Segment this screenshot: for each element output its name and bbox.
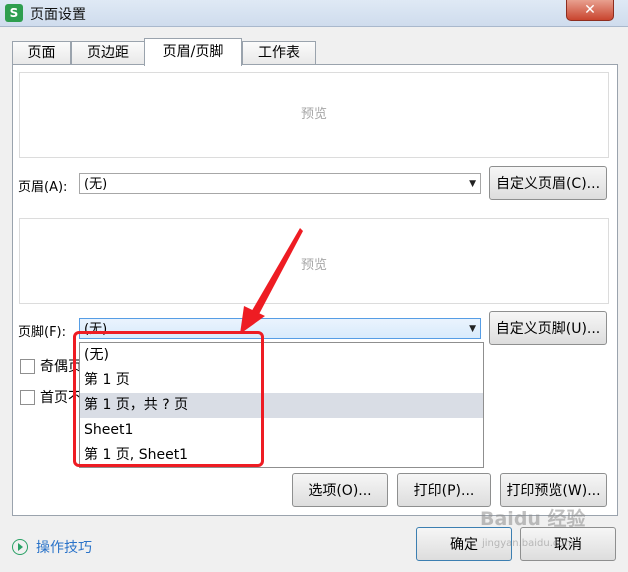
tab-header-footer[interactable]: 页眉/页脚 [144, 38, 242, 66]
print-preview-button[interactable]: 打印预览(W)... [500, 473, 607, 507]
close-button[interactable]: ✕ [566, 0, 614, 21]
footer-select[interactable]: (无) ▼ [79, 318, 481, 339]
play-circle-icon [12, 539, 28, 555]
watermark-logo: Baidu 经验 [480, 508, 586, 530]
footer-preview: 预览 [19, 218, 609, 304]
header-select[interactable]: (无) ▼ [79, 173, 481, 194]
print-button[interactable]: 打印(P)... [397, 473, 491, 507]
tab-page[interactable]: 页面 [12, 41, 71, 65]
odd-even-label: 奇偶页 [40, 359, 82, 375]
dropdown-option-page-sheet[interactable]: 第 1 页, Sheet1 [80, 443, 483, 468]
footer-label: 页脚(F): [18, 325, 67, 340]
options-button[interactable]: 选项(O)... [292, 473, 388, 507]
header-select-value: (无) [84, 177, 108, 192]
watermark-url: jingyan.baidu.com [482, 538, 575, 549]
dropdown-option-page-of-total[interactable]: 第 1 页，共 ? 页 [80, 393, 483, 418]
header-preview: 预览 [19, 72, 609, 158]
tips-link[interactable]: 操作技巧 [12, 537, 92, 557]
tab-sheet[interactable]: 工作表 [242, 41, 316, 65]
header-label: 页眉(A): [18, 180, 68, 195]
dropdown-option-none[interactable]: (无) [80, 343, 483, 368]
dropdown-option-page[interactable]: 第 1 页 [80, 368, 483, 393]
custom-header-button[interactable]: 自定义页眉(C)... [489, 166, 607, 200]
footer-dropdown-list: (无) 第 1 页 第 1 页，共 ? 页 Sheet1 第 1 页, Shee… [79, 342, 484, 468]
window-title: 页面设置 [30, 7, 86, 23]
wps-spreadsheet-icon: S [5, 4, 23, 22]
first-page-checkbox[interactable] [20, 390, 35, 405]
first-page-label: 首页不 [40, 390, 82, 406]
dropdown-arrow-icon: ▼ [469, 324, 476, 334]
tips-label: 操作技巧 [36, 540, 92, 556]
odd-even-checkbox[interactable] [20, 359, 35, 374]
tab-margins[interactable]: 页边距 [71, 41, 145, 65]
title-bar: S 页面设置 ✕ [0, 0, 628, 27]
dropdown-option-sheet[interactable]: Sheet1 [80, 418, 483, 443]
custom-footer-button[interactable]: 自定义页脚(U)... [489, 311, 607, 345]
dropdown-arrow-icon: ▼ [469, 179, 476, 189]
footer-select-value: (无) [84, 322, 108, 337]
